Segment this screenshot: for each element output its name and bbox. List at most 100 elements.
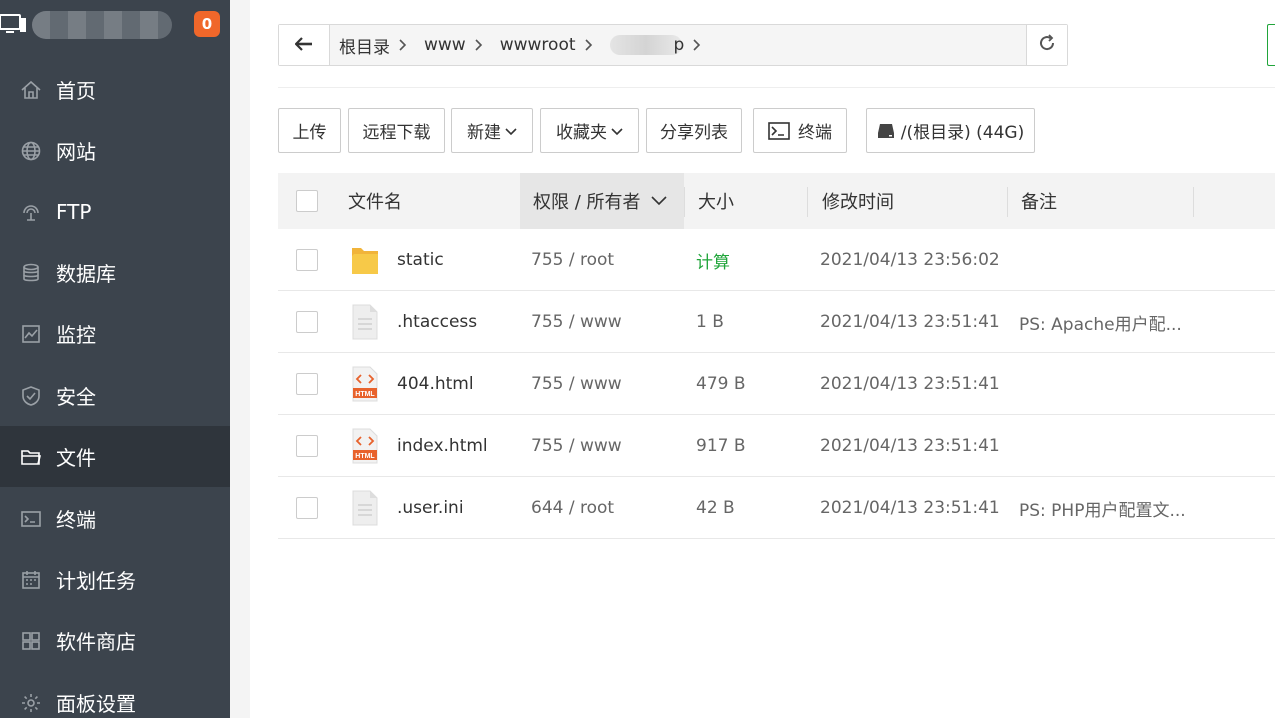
sidebar-item-settings[interactable]: 面板设置 [0, 672, 230, 718]
terminal-icon [20, 508, 42, 530]
sidebar-item-files[interactable]: 文件 [0, 426, 230, 487]
chevron-down-icon [505, 121, 517, 141]
breadcrumb: 根目录 www wwwroot p [331, 25, 710, 65]
chevron-down-icon [611, 121, 623, 141]
sidebar-item-database[interactable]: 数据库 [0, 242, 230, 303]
favorites-label: 收藏夹 [556, 123, 607, 143]
breadcrumb-root[interactable]: 根目录 [331, 33, 390, 58]
row-checkbox[interactable] [296, 435, 318, 457]
breadcrumb-site-redacted[interactable]: p [602, 35, 684, 55]
sidebar-item-ftp[interactable]: FTP [0, 181, 230, 242]
disk-label: /(根目录) (44G) [900, 123, 1025, 143]
sidebar-item-label: 首页 [56, 79, 96, 103]
breadcrumb-www[interactable]: www [416, 35, 466, 55]
column-divider [807, 187, 808, 217]
row-checkbox[interactable] [296, 373, 318, 395]
back-button[interactable] [279, 25, 330, 65]
apps-icon [20, 630, 42, 652]
calculate-size-link[interactable]: 计算 [696, 229, 730, 291]
database-icon [20, 262, 42, 284]
calendar-icon [20, 569, 42, 591]
new-label: 新建 [467, 123, 501, 143]
remote-download-button[interactable]: 远程下载 [348, 108, 445, 153]
select-all-checkbox[interactable] [296, 190, 318, 212]
column-header-note[interactable]: 备注 [1021, 173, 1191, 229]
sidebar-item-website[interactable]: 网站 [0, 120, 230, 181]
column-divider [1007, 187, 1008, 217]
file-name[interactable]: .user.ini [397, 477, 464, 539]
sidebar-item-app-store[interactable]: 软件商店 [0, 610, 230, 671]
file-name[interactable]: static [397, 229, 444, 291]
file-mtime: 2021/04/13 23:51:41 [820, 498, 1000, 518]
column-header-size[interactable]: 大小 [698, 173, 808, 229]
file-permission[interactable]: 644 / root [531, 477, 614, 539]
hard-drive-icon [877, 123, 895, 139]
column-header-name[interactable]: 文件名 [348, 173, 520, 229]
chevron-right-icon [466, 25, 492, 65]
row-checkbox[interactable] [296, 249, 318, 271]
refresh-icon [1037, 33, 1057, 57]
file-name[interactable]: 404.html [397, 353, 474, 415]
sidebar-item-label: 软件商店 [56, 630, 136, 654]
disk-button[interactable]: /(根目录) (44G) [866, 108, 1035, 153]
sidebar-item-label: 安全 [56, 385, 96, 409]
terminal-icon [768, 121, 790, 140]
server-monitor-icon [0, 14, 26, 36]
file-size: 42 B [696, 498, 735, 518]
sidebar-item-label: 终端 [56, 508, 96, 532]
path-bar: 根目录 www wwwroot p [278, 24, 1068, 66]
sidebar: 0 首页 网站 FTP 数据库 监控 安全 文件 终端 计划任务 软件商店 面板… [0, 0, 230, 718]
sidebar-item-cron[interactable]: 计划任务 [0, 549, 230, 610]
column-header-modified[interactable]: 修改时间 [822, 173, 1002, 229]
row-checkbox[interactable] [296, 311, 318, 333]
notification-badge[interactable]: 0 [194, 11, 220, 37]
column-header-permission[interactable]: 权限 / 所有者 [520, 173, 684, 229]
file-manager-panel: 根目录 www wwwroot p 上传 远程下载 新建 收藏夹 分享列表 终端 [250, 0, 1275, 718]
file-size: 917 B [696, 436, 746, 456]
new-dropdown-button[interactable]: 新建 [451, 108, 533, 153]
row-checkbox[interactable] [296, 497, 318, 519]
file-name[interactable]: index.html [397, 415, 488, 477]
gear-icon [20, 692, 42, 714]
folder-icon [351, 242, 379, 278]
sidebar-item-label: 网站 [56, 140, 96, 164]
upload-button[interactable]: 上传 [278, 108, 341, 153]
file-note[interactable]: PS: PHP用户配置文... [1019, 477, 1186, 539]
share-list-button[interactable]: 分享列表 [646, 108, 742, 153]
partial-button[interactable] [1267, 24, 1275, 66]
file-mtime: 2021/04/13 23:51:41 [820, 436, 1000, 456]
table-row[interactable]: .htaccess 755 / www 1 B 2021/04/13 23:51… [278, 291, 1275, 353]
file-name[interactable]: .htaccess [397, 291, 477, 353]
sidebar-item-label: 面板设置 [56, 692, 136, 716]
chevron-down-icon [650, 196, 667, 206]
sidebar-item-terminal[interactable]: 终端 [0, 488, 230, 549]
terminal-button[interactable]: 终端 [753, 108, 847, 153]
terminal-label: 终端 [798, 123, 832, 143]
html-file-icon: HTML [351, 366, 379, 402]
server-hostname-redacted[interactable] [32, 11, 172, 39]
file-table-header: 文件名 权限 / 所有者 大小 修改时间 备注 [278, 173, 1275, 229]
file-permission[interactable]: 755 / www [531, 291, 622, 353]
sidebar-item-home[interactable]: 首页 [0, 59, 230, 120]
file-permission[interactable]: 755 / root [531, 229, 614, 291]
table-row[interactable]: static 755 / root 计算 2021/04/13 23:56:02 [278, 229, 1275, 291]
table-row[interactable]: HTML index.html 755 / www 917 B 2021/04/… [278, 415, 1275, 477]
table-row[interactable]: HTML 404.html 755 / www 479 B 2021/04/13… [278, 353, 1275, 415]
text-file-icon [351, 304, 379, 340]
table-row[interactable]: .user.ini 644 / root 42 B 2021/04/13 23:… [278, 477, 1275, 539]
chevron-right-icon [684, 25, 710, 65]
favorites-dropdown-button[interactable]: 收藏夹 [540, 108, 639, 153]
column-divider [1193, 187, 1194, 217]
sidebar-item-security[interactable]: 安全 [0, 365, 230, 426]
file-note[interactable]: PS: Apache用户配... [1019, 291, 1182, 353]
sidebar-item-monitor[interactable]: 监控 [0, 303, 230, 364]
divider [278, 87, 1275, 88]
column-divider [684, 187, 685, 217]
home-icon [20, 79, 42, 101]
breadcrumb-wwwroot[interactable]: wwwroot [492, 35, 576, 55]
file-permission[interactable]: 755 / www [531, 353, 622, 415]
svg-text:HTML: HTML [355, 391, 375, 398]
file-permission[interactable]: 755 / www [531, 415, 622, 477]
refresh-button[interactable] [1026, 25, 1067, 65]
svg-text:HTML: HTML [355, 453, 375, 460]
